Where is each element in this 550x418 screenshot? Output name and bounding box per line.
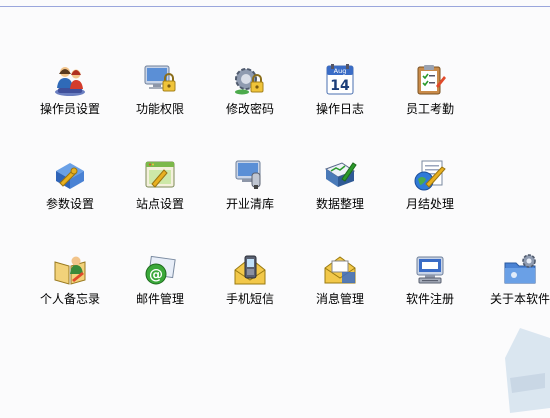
tile-change-password[interactable]: 修改密码 — [205, 60, 295, 116]
hdd-wrench-icon — [56, 163, 84, 189]
calendar-day: 14 — [330, 78, 350, 94]
monitor-brush-icon — [235, 160, 261, 189]
tile-label: 消息管理 — [315, 292, 364, 306]
tile-data-cleanup[interactable]: 数据整理 — [295, 155, 385, 211]
message-envelope-icon — [324, 256, 356, 284]
background-watermark — [505, 328, 550, 413]
grid-row-2: 参数设置 站点设置 开业清库 数据整理 月结处理 — [25, 155, 550, 215]
tile-label: 手机短信 — [225, 292, 274, 306]
tile-label: 功能权限 — [135, 102, 184, 116]
tile-label: 操作员设置 — [39, 102, 100, 116]
tile-operation-log[interactable]: Aug 14 操作日志 — [295, 60, 385, 116]
tile-email-management[interactable]: @ 邮件管理 — [115, 250, 205, 306]
calendar-month: Aug — [334, 67, 347, 75]
tile-label: 操作日志 — [315, 102, 364, 116]
globe-doc-icon — [414, 160, 446, 191]
window-pencil-icon — [145, 161, 175, 188]
clipboard-icon — [417, 65, 446, 95]
gear-lock-icon — [235, 68, 264, 95]
tile-label: 开业清库 — [225, 197, 274, 211]
email-icon: @ — [145, 255, 176, 285]
tile-function-permissions[interactable]: 功能权限 — [115, 60, 205, 116]
tile-message-management[interactable]: 消息管理 — [295, 250, 385, 306]
tile-label: 站点设置 — [135, 197, 184, 211]
function-grid: 操作员设置 功能权限 修改密码 Aug 14 操作日志 员工考勤 参数设置 站点… — [25, 60, 550, 320]
monitor-lock-icon — [144, 65, 176, 92]
phone-envelope-icon — [234, 255, 266, 285]
users-icon — [55, 67, 85, 96]
tile-label: 参数设置 — [45, 197, 94, 211]
tile-label: 软件注册 — [405, 292, 454, 306]
folder-gear-icon — [504, 254, 536, 284]
tile-label: 月结处理 — [405, 197, 454, 211]
tile-sms[interactable]: 手机短信 — [205, 250, 295, 306]
book-person-icon — [54, 256, 86, 285]
tile-about-software[interactable]: 关于本软件 — [475, 250, 550, 306]
calendar-icon: Aug 14 — [326, 64, 354, 95]
tile-label: 个人备忘录 — [39, 292, 100, 306]
tile-attendance[interactable]: 员工考勤 — [385, 60, 475, 116]
tile-month-end[interactable]: 月结处理 — [385, 155, 475, 211]
grid-row-3: 个人备忘录 @ 邮件管理 手机短信 消息管理 软件注册 关于本软件 — [25, 250, 550, 310]
tile-label: 邮件管理 — [135, 292, 184, 306]
tile-operator-settings[interactable]: 操作员设置 — [25, 60, 115, 116]
tile-software-registration[interactable]: 软件注册 — [385, 250, 475, 306]
tile-label: 修改密码 — [225, 102, 274, 116]
tile-site-settings[interactable]: 站点设置 — [115, 155, 205, 211]
tile-parameter-settings[interactable]: 参数设置 — [25, 155, 115, 211]
register-monitor-icon — [416, 256, 444, 284]
tile-personal-memo[interactable]: 个人备忘录 — [25, 250, 115, 306]
svg-text:@: @ — [149, 267, 163, 283]
tile-label: 数据整理 — [315, 197, 364, 211]
tile-label: 员工考勤 — [405, 102, 454, 116]
top-divider — [0, 6, 550, 7]
grid-row-1: 操作员设置 功能权限 修改密码 Aug 14 操作日志 员工考勤 — [25, 60, 550, 120]
tile-label: 关于本软件 — [489, 292, 550, 306]
chart-pencil-icon — [324, 162, 357, 187]
tile-opening-clear[interactable]: 开业清库 — [205, 155, 295, 211]
